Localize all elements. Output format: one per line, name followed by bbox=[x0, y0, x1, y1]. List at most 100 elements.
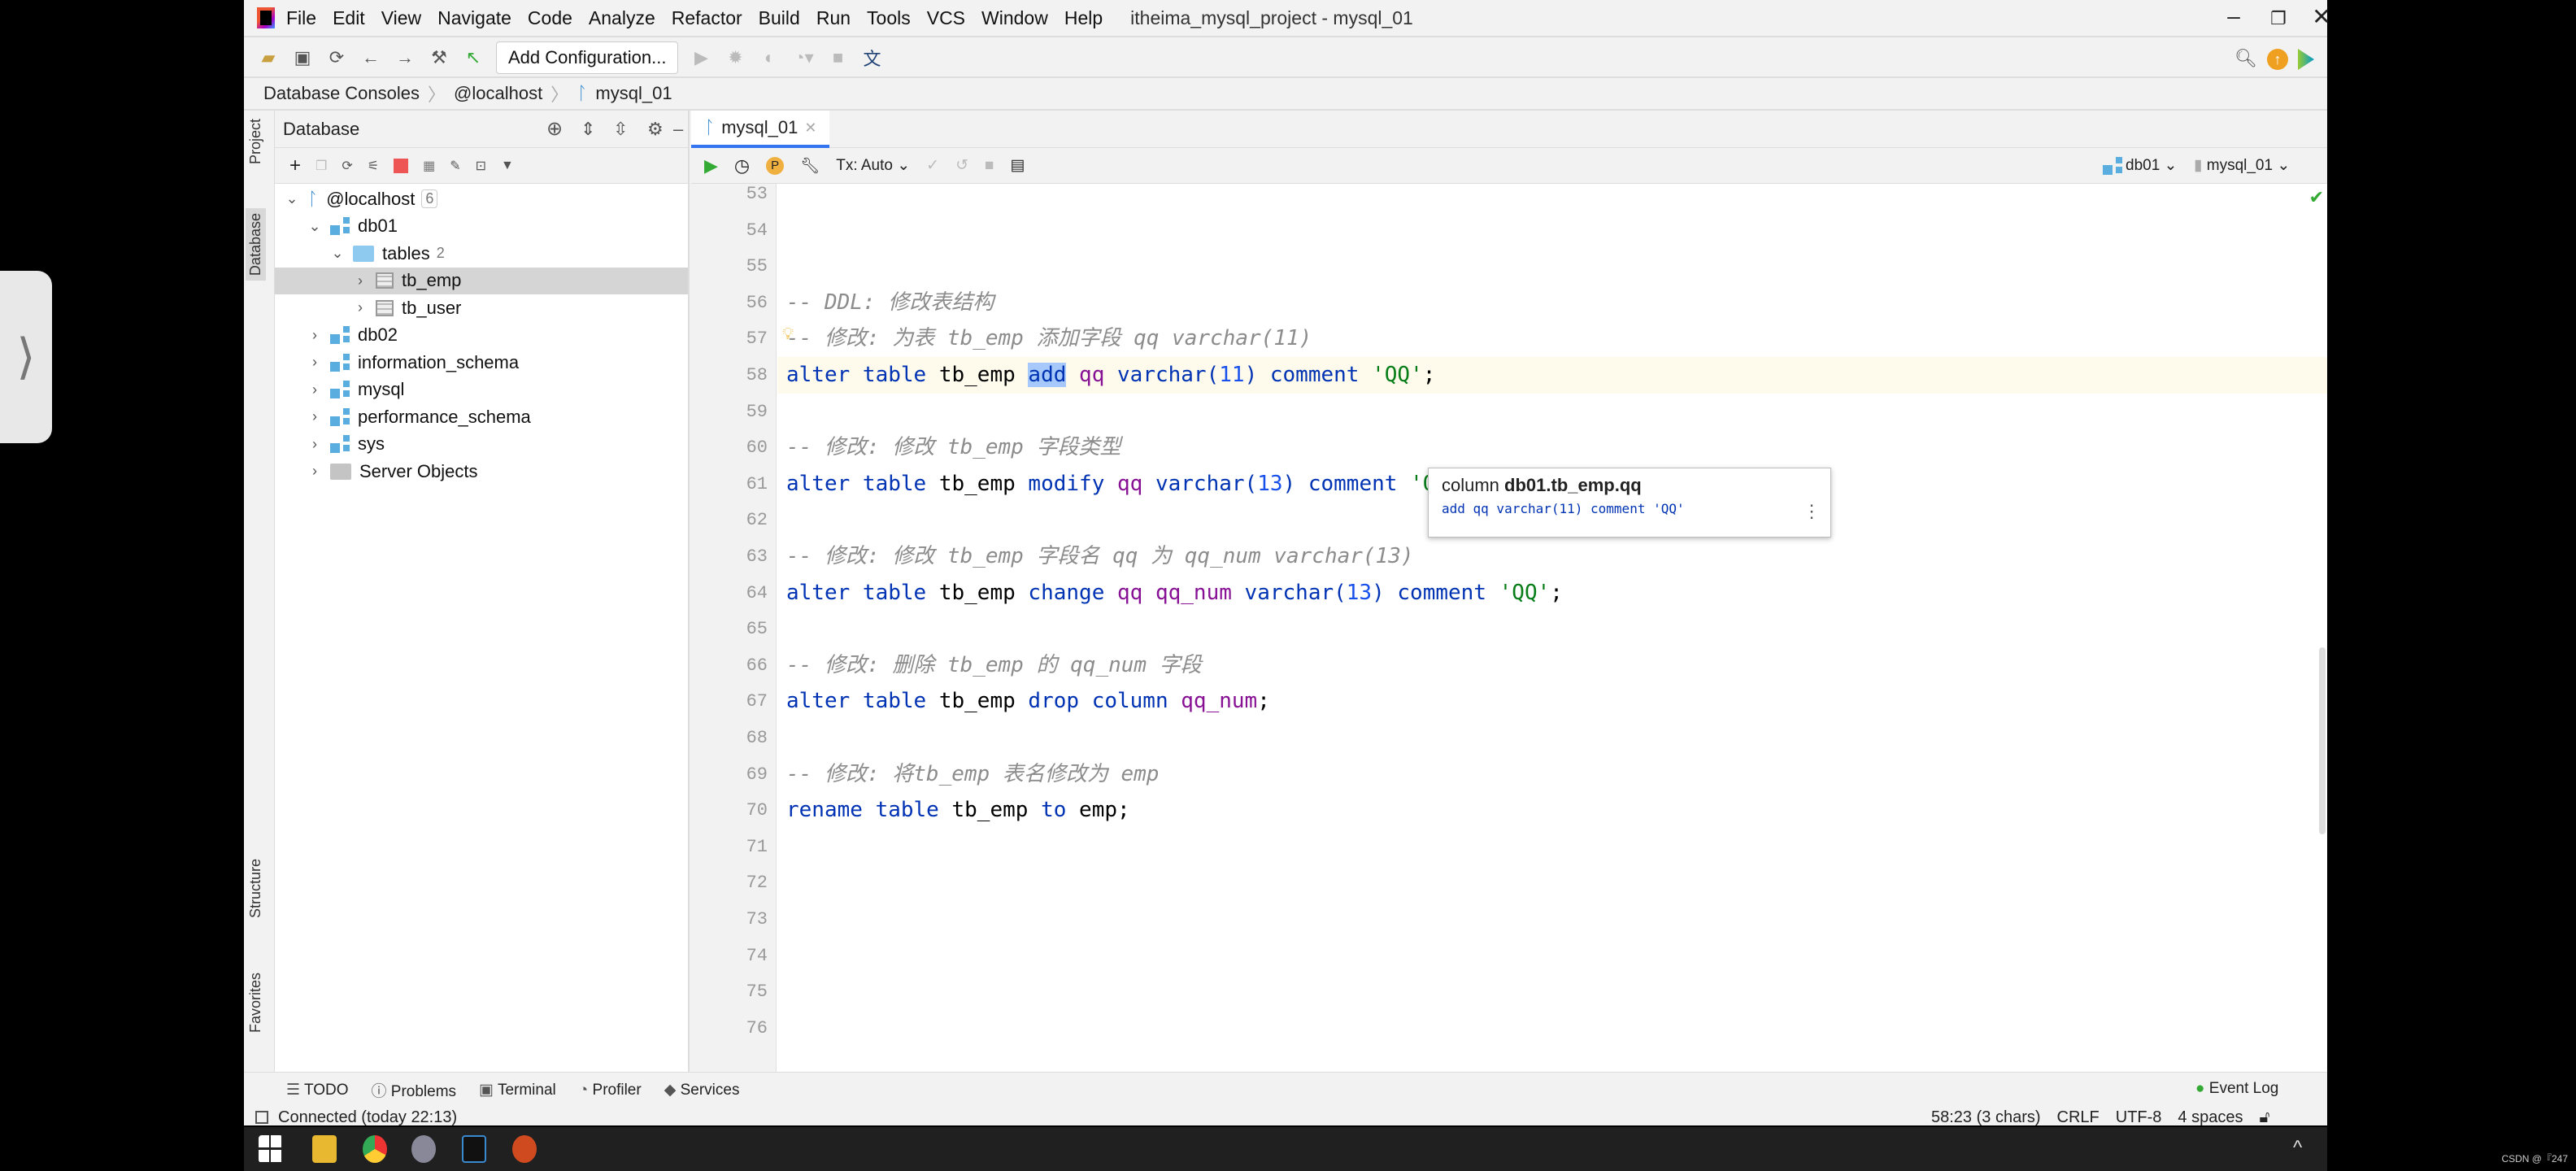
tree-item-mysql[interactable]: › mysql bbox=[275, 377, 688, 404]
caret-position[interactable]: 58:23 (3 chars) bbox=[1931, 1108, 2041, 1127]
build-icon[interactable]: ⚒ bbox=[428, 46, 450, 69]
output-layout-icon[interactable]: ▤ bbox=[1010, 156, 1025, 175]
tree-item-db02[interactable]: › db02 bbox=[275, 322, 688, 350]
filter-icon[interactable]: ▼ bbox=[501, 159, 514, 173]
tree-item-tables[interactable]: ⌄ tables 2 bbox=[275, 240, 688, 268]
database-tool-tab[interactable]: Database bbox=[246, 208, 266, 281]
tree-item-db01[interactable]: ⌄ db01 bbox=[275, 213, 688, 241]
update-icon[interactable]: ↑ bbox=[2267, 49, 2288, 70]
menu-vcs[interactable]: VCS bbox=[927, 7, 965, 28]
table-view-icon[interactable]: ▦ bbox=[423, 158, 435, 174]
add-icon[interactable]: + bbox=[289, 155, 301, 177]
start-icon[interactable] bbox=[259, 1135, 283, 1163]
tree-item-tb-emp[interactable]: › tb_emp bbox=[275, 267, 688, 294]
collapse-all-icon[interactable]: ⇳ bbox=[613, 119, 628, 140]
explain-plan-icon[interactable]: P bbox=[766, 156, 785, 175]
file-encoding[interactable]: UTF-8 bbox=[2116, 1108, 2162, 1127]
execute-icon[interactable]: ▶ bbox=[704, 155, 718, 176]
powerpoint-icon[interactable] bbox=[512, 1135, 537, 1163]
translate-icon[interactable]: 文 bbox=[860, 46, 883, 69]
tree-item-performance-schema[interactable]: › performance_schema bbox=[275, 403, 688, 431]
breadcrumb-console[interactable]: mysql_01 bbox=[595, 83, 672, 104]
add-configuration-button[interactable]: Add Configuration... bbox=[496, 41, 679, 74]
hide-icon[interactable]: – bbox=[673, 119, 683, 140]
plugin-icon[interactable] bbox=[2298, 49, 2314, 70]
breadcrumb-database-consoles[interactable]: Database Consoles bbox=[263, 83, 420, 104]
close-button[interactable]: ✕ bbox=[2301, 3, 2342, 30]
session-selector[interactable]: ▮ mysql_01 ⌄ bbox=[2194, 156, 2290, 175]
tx-mode-dropdown[interactable]: Tx: Auto ⌄ bbox=[836, 156, 910, 175]
tray-chevron-icon[interactable]: ^ bbox=[2293, 1137, 2302, 1160]
menu-edit[interactable]: Edit bbox=[333, 7, 365, 28]
vcs-icon[interactable]: ↖ bbox=[462, 46, 485, 69]
history-icon[interactable]: ◷ bbox=[734, 155, 750, 176]
expand-all-icon[interactable]: ⇕ bbox=[581, 119, 595, 140]
intention-bulb-icon[interactable]: 💡︎ bbox=[782, 325, 794, 344]
favorites-tool-tab[interactable]: Favorites bbox=[247, 973, 264, 1033]
tool-terminal[interactable]: ▣ Terminal bbox=[479, 1081, 556, 1099]
tool-todo[interactable]: ☰ TODO bbox=[286, 1081, 349, 1099]
indent-setting[interactable]: 4 spaces bbox=[2178, 1108, 2243, 1127]
lock-icon[interactable]: 🔓︎ bbox=[2259, 1108, 2269, 1127]
menu-navigate[interactable]: Navigate bbox=[437, 7, 511, 28]
more-options-icon[interactable]: ⋮ bbox=[1803, 501, 1821, 522]
chevron-right-icon[interactable]: › bbox=[306, 327, 324, 344]
menu-run[interactable]: Run bbox=[816, 7, 851, 28]
properties-icon[interactable]: ⚟ bbox=[368, 158, 379, 174]
gear-icon[interactable]: ⚙ bbox=[647, 119, 664, 140]
chevron-right-icon[interactable]: › bbox=[306, 463, 324, 480]
status-icon[interactable] bbox=[255, 1111, 268, 1124]
tab-mysql-01[interactable]: ᛚ mysql_01 ✕ bbox=[691, 111, 830, 148]
profile-icon[interactable]: ◔▾ bbox=[792, 46, 815, 69]
back-icon[interactable]: ← bbox=[359, 46, 382, 69]
chevron-down-icon[interactable]: ⌄ bbox=[306, 218, 324, 235]
breadcrumb-localhost[interactable]: @localhost bbox=[454, 83, 542, 104]
file-explorer-icon[interactable] bbox=[312, 1135, 337, 1163]
coverage-icon[interactable]: ◐ bbox=[758, 46, 781, 69]
cancel-icon[interactable]: ■ bbox=[985, 157, 994, 175]
menu-window[interactable]: Window bbox=[981, 7, 1048, 28]
menu-build[interactable]: Build bbox=[759, 7, 800, 28]
tree-item-tb-user[interactable]: › tb_user bbox=[275, 294, 688, 322]
query-console-icon[interactable]: ⊡ bbox=[476, 158, 486, 174]
debug-icon[interactable]: ✹ bbox=[724, 46, 746, 69]
chevron-right-icon[interactable]: › bbox=[306, 381, 324, 398]
tree-item--localhost[interactable]: ⌄ ᛚ @localhost 6 bbox=[275, 185, 688, 213]
rollback-icon[interactable]: ↺ bbox=[955, 156, 968, 175]
menu-refactor[interactable]: Refactor bbox=[672, 7, 742, 28]
structure-tool-tab[interactable]: Structure bbox=[247, 859, 264, 918]
chevron-right-icon[interactable]: › bbox=[306, 408, 324, 425]
locate-icon[interactable]: ⊕ bbox=[546, 117, 563, 141]
line-separator[interactable]: CRLF bbox=[2057, 1108, 2100, 1127]
tool-problems[interactable]: ⓘ Problems bbox=[372, 1079, 457, 1101]
save-icon[interactable]: ▣ bbox=[291, 46, 314, 69]
schema-selector[interactable]: db01 ⌄ bbox=[2103, 156, 2177, 175]
event-log-button[interactable]: ● Event Log bbox=[2195, 1080, 2278, 1098]
intellij-taskbar-icon[interactable] bbox=[462, 1135, 486, 1163]
sync-icon[interactable]: ⟳ bbox=[325, 46, 348, 69]
refresh-icon[interactable]: ⟳ bbox=[342, 158, 352, 174]
menu-view[interactable]: View bbox=[381, 7, 421, 28]
menu-tools[interactable]: Tools bbox=[867, 7, 911, 28]
chrome-icon[interactable] bbox=[363, 1135, 387, 1163]
menu-code[interactable]: Code bbox=[528, 7, 572, 28]
project-tool-tab[interactable]: Project bbox=[247, 119, 264, 164]
close-tab-icon[interactable]: ✕ bbox=[804, 120, 816, 137]
forward-icon[interactable]: → bbox=[394, 46, 416, 69]
open-folder-icon[interactable]: ▰ bbox=[257, 46, 280, 69]
minimize-button[interactable]: – bbox=[2213, 3, 2254, 29]
search-icon[interactable]: 🔍︎ bbox=[2234, 47, 2257, 70]
tree-item-server-objects[interactable]: › Server Objects bbox=[275, 458, 688, 485]
menu-help[interactable]: Help bbox=[1064, 7, 1103, 28]
run-icon[interactable]: ▶ bbox=[690, 46, 712, 69]
code-editor[interactable]: rename table tb_emp to emp; -- 修改: 将tb_em… bbox=[777, 184, 2327, 1072]
settings-wrench-icon[interactable]: 🔧︎ bbox=[800, 156, 820, 176]
menu-file[interactable]: File bbox=[286, 7, 316, 28]
tool-profiler[interactable]: ◔ Profiler bbox=[579, 1082, 642, 1099]
side-panel-toggle[interactable]: ⟩ bbox=[0, 271, 52, 443]
chevron-down-icon[interactable]: ⌄ bbox=[283, 190, 301, 207]
chevron-down-icon[interactable]: ⌄ bbox=[329, 245, 346, 262]
vertical-scrollbar[interactable] bbox=[2319, 647, 2326, 834]
edit-icon[interactable]: ✎ bbox=[450, 158, 460, 174]
tool-services[interactable]: ◆ Services bbox=[664, 1081, 740, 1099]
